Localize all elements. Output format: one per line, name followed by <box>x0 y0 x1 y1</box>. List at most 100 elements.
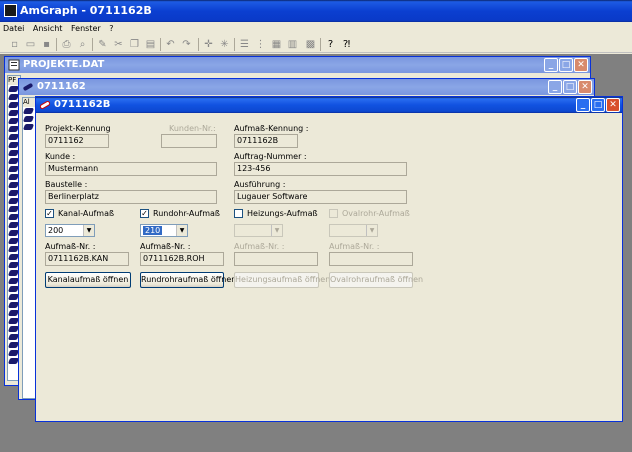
heizung-checkbox[interactable] <box>234 209 243 218</box>
window-project-title: 0711162 <box>37 81 86 92</box>
auftrag-nummer-label: Auftrag-Nummer : <box>234 152 307 161</box>
toolbar-separator <box>198 38 199 51</box>
rundrohr-nr-label: Aufmaß-Nr. : <box>140 242 191 251</box>
app-titlebar[interactable]: AmGraph - 0711162B <box>0 0 632 22</box>
maximize-button[interactable]: □ <box>591 98 605 112</box>
projekt-kennung-field: 0711162 <box>45 134 109 148</box>
kunden-nr-field <box>161 134 217 148</box>
close-button[interactable]: ✕ <box>578 80 592 94</box>
list-item[interactable] <box>23 115 35 123</box>
app-icon <box>4 4 17 17</box>
window-detail-title: 0711162B <box>54 99 111 110</box>
chevron-down-icon: ▼ <box>271 225 282 236</box>
rundrohr-nr-field: 0711162B.ROH <box>140 252 224 266</box>
chevron-down-icon[interactable]: ▼ <box>83 225 94 236</box>
kanal-combo[interactable]: 200 ▼ <box>45 224 95 237</box>
ausfuehrung-field: Lugauer Software <box>234 190 407 204</box>
list-item[interactable] <box>23 123 35 131</box>
new-file-icon[interactable]: ▫ <box>8 38 21 51</box>
menu-ansicht[interactable]: Ansicht <box>30 22 66 36</box>
window-detail-titlebar[interactable]: 0711162B _ □ ✕ <box>36 97 622 113</box>
pipe-icon <box>23 83 33 91</box>
list-header: Al <box>23 98 35 107</box>
open-folder-icon[interactable]: ▭ <box>24 38 37 51</box>
ovalrohr-nr-label: Aufmaß-Nr. : <box>329 242 380 251</box>
minimize-button[interactable]: _ <box>576 98 590 112</box>
toolbar-separator <box>56 38 57 51</box>
window-projekte-titlebar[interactable]: PROJEKTE.DAT _ □ ✕ <box>5 57 590 73</box>
auftrag-nummer-field: 123-456 <box>234 162 407 176</box>
save-icon[interactable]: ▪ <box>40 38 53 51</box>
copy-icon[interactable]: ❐ <box>128 38 141 51</box>
toolbar-separator <box>160 38 161 51</box>
print-icon[interactable]: ⎙ <box>60 38 73 51</box>
ovalrohraufmass-oeffnen-button: Ovalrohraufmaß öffnen <box>329 272 423 288</box>
menu-datei[interactable]: Datei <box>0 22 27 36</box>
context-help-icon[interactable]: ⁈ <box>340 38 353 51</box>
close-button[interactable]: ✕ <box>574 58 588 72</box>
print-preview-icon[interactable]: ⌕ <box>76 38 89 51</box>
aufmass-kennung-field: 0711162B <box>234 134 298 148</box>
snowflake-icon[interactable]: ✳ <box>218 38 231 51</box>
move-icon[interactable]: ✛ <box>202 38 215 51</box>
ausfuehrung-label: Ausführung : <box>234 180 286 189</box>
app-title: AmGraph - 0711162B <box>20 4 152 17</box>
ovalrohr-checkbox-label: Ovalrohr-Aufmaß <box>342 209 410 218</box>
document-icon <box>8 59 20 71</box>
chevron-down-icon: ▼ <box>366 225 377 236</box>
kanal-nr-field: 0711162B.KAN <box>45 252 129 266</box>
kunden-nr-label: Kunden-Nr.: <box>169 124 216 133</box>
window-detail[interactable]: 0711162B _ □ ✕ Projekt-Kennung 0711162 Kun… <box>35 96 623 422</box>
rundrohraufmass-oeffnen-button[interactable]: Rundrohraufmaß öffnen <box>140 272 236 288</box>
baustelle-label: Baustelle : <box>45 180 88 189</box>
kanal-combo-value: 200 <box>48 226 64 235</box>
window-projekte-title: PROJEKTE.DAT <box>23 59 105 70</box>
heizung-combo: ▼ <box>234 224 283 237</box>
minimize-button[interactable]: _ <box>548 80 562 94</box>
ovalrohr-checkbox <box>329 209 338 218</box>
chevron-down-icon[interactable]: ▼ <box>176 225 187 236</box>
projekt-kennung-label: Projekt-Kennung <box>45 124 111 133</box>
paste-icon[interactable]: ▤ <box>144 38 157 51</box>
maximize-button[interactable]: □ <box>559 58 573 72</box>
redo-icon[interactable]: ↷ <box>180 38 193 51</box>
pipe-icon <box>39 101 51 109</box>
ovalrohr-combo: ▼ <box>329 224 378 237</box>
kunde-label: Kunde : <box>45 152 76 161</box>
tree-icon[interactable]: ⋮ <box>254 38 267 51</box>
maximize-button[interactable]: □ <box>563 80 577 94</box>
rundrohr-combo[interactable]: 210 ▼ <box>140 224 188 237</box>
menu-help[interactable]: ? <box>106 22 116 36</box>
heizung-nr-label: Aufmaß-Nr. : <box>234 242 285 251</box>
kunde-field: Mustermann <box>45 162 217 176</box>
kanalaufmass-oeffnen-button[interactable]: Kanalaufmaß öffnen <box>45 272 131 288</box>
heizung-nr-field <box>234 252 318 266</box>
toolbar: ▫ ▭ ▪ ⎙ ⌕ ✎ ✂ ❐ ▤ ↶ ↷ ✛ ✳ ☰ ⋮ ▦ ▥ ▩ ? ⁈ <box>0 36 632 53</box>
menu-fenster[interactable]: Fenster <box>68 22 104 36</box>
help-icon[interactable]: ? <box>324 38 337 51</box>
mdi-client-area: PROJEKTE.DAT _ □ ✕ PF 0711162 _ □ ✕ Al 07111… <box>0 54 632 452</box>
baustelle-field: Berlinerplatz <box>45 190 217 204</box>
project-list[interactable]: Al <box>22 97 36 399</box>
rundrohr-combo-value: 210 <box>143 226 163 235</box>
table-icon[interactable]: ▩ <box>304 38 317 51</box>
grid-icon[interactable]: ▦ <box>270 38 283 51</box>
kanal-checkbox[interactable]: ✓ <box>45 209 54 218</box>
toolbar-separator <box>234 38 235 51</box>
menubar: Datei Ansicht Fenster ? <box>0 22 632 36</box>
edit-icon[interactable]: ✎ <box>96 38 109 51</box>
rundrohr-checkbox[interactable]: ✓ <box>140 209 149 218</box>
toolbar-separator <box>92 38 93 51</box>
cut-icon[interactable]: ✂ <box>112 38 125 51</box>
toolbar-separator <box>320 38 321 51</box>
kanal-checkbox-label: Kanal-Aufmaß <box>58 209 115 218</box>
list-icon[interactable]: ☰ <box>238 38 251 51</box>
window-project-titlebar[interactable]: 0711162 _ □ ✕ <box>19 79 594 95</box>
aufmass-kennung-label: Aufmaß-Kennung : <box>234 124 309 133</box>
list-item[interactable] <box>23 107 35 115</box>
columns-icon[interactable]: ▥ <box>286 38 299 51</box>
undo-icon[interactable]: ↶ <box>164 38 177 51</box>
kanal-nr-label: Aufmaß-Nr. : <box>45 242 96 251</box>
minimize-button[interactable]: _ <box>544 58 558 72</box>
close-button[interactable]: ✕ <box>606 98 620 112</box>
